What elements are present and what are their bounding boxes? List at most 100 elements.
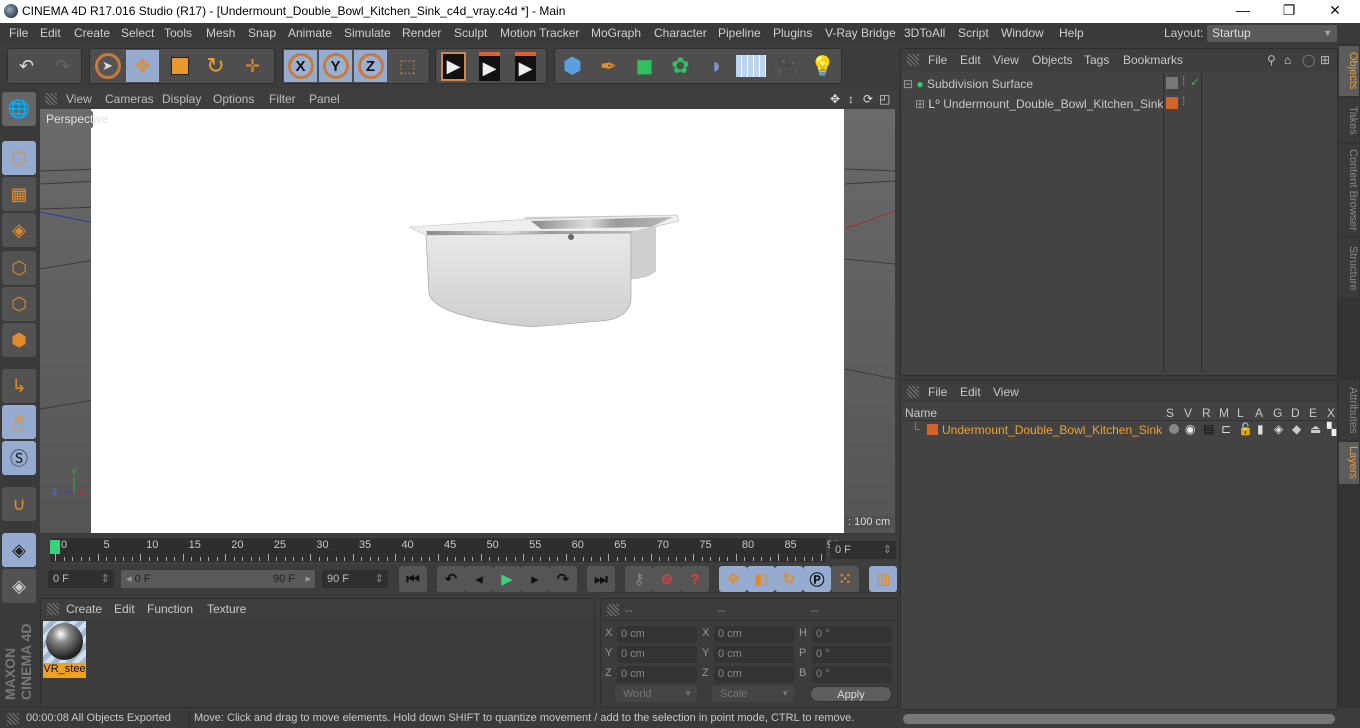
col-locked[interactable]: L: [1237, 406, 1244, 420]
minimize-button[interactable]: —: [1228, 2, 1258, 20]
objects-menu-view[interactable]: View: [993, 53, 1019, 67]
rotate-view-icon[interactable]: ⟳: [863, 92, 873, 106]
menu-window[interactable]: Window: [1001, 26, 1044, 40]
record-parameter-button[interactable]: Ⓟ: [803, 566, 831, 592]
end-frame-field[interactable]: 90 F ⇕: [322, 570, 388, 588]
start-frame-field[interactable]: 0 F ⇕: [48, 570, 114, 588]
viewport-menu-options[interactable]: Options: [213, 92, 254, 106]
z-axis-button[interactable]: Z: [354, 50, 387, 82]
workplane-mode-button[interactable]: ◈: [2, 213, 36, 247]
menu-mograph[interactable]: MoGraph: [591, 26, 641, 40]
eye-icon[interactable]: ◯: [1302, 53, 1315, 67]
enabled-check-icon[interactable]: ✓: [1190, 75, 1200, 89]
panel-grip[interactable]: [7, 713, 19, 725]
layout-dropdown[interactable]: Startup ▼: [1207, 25, 1337, 42]
maximize-view-icon[interactable]: ◰: [879, 92, 890, 106]
maximize-button[interactable]: ❐: [1274, 2, 1304, 20]
previous-key-button[interactable]: ↶: [437, 566, 465, 592]
model-mode-button[interactable]: ⬡: [2, 141, 36, 175]
menu-snap[interactable]: Snap: [248, 26, 276, 40]
polygons-mode-button[interactable]: ⬢: [2, 323, 36, 357]
col-generators[interactable]: G: [1273, 406, 1282, 420]
objects-menu-edit[interactable]: Edit: [960, 53, 981, 67]
menu-character[interactable]: Character: [654, 26, 707, 40]
timeline-window-button[interactable]: ▥: [869, 566, 897, 592]
col-render[interactable]: R: [1202, 406, 1211, 420]
panel-grip[interactable]: [47, 603, 59, 615]
col-xref[interactable]: X: [1327, 406, 1335, 420]
size-y-field[interactable]: 0 cm: [714, 646, 794, 663]
home-icon[interactable]: ⌂: [1284, 53, 1291, 67]
object-row-sink[interactable]: ⊞ L⁰ Undermount_Double_Bowl_Kitchen_Sink: [915, 94, 1177, 114]
layer-row[interactable]: └ Undermount_Double_Bowl_Kitchen_Sink ◉ …: [911, 422, 1336, 439]
playhead[interactable]: [50, 540, 60, 554]
solo-toggle[interactable]: [1169, 424, 1179, 434]
viewport-menu-cameras[interactable]: Cameras: [105, 92, 154, 106]
eye-icon[interactable]: ◉: [1185, 422, 1195, 436]
coordinate-mode-dropdown[interactable]: World ▼: [615, 686, 697, 702]
current-frame-field[interactable]: 0 F ⇕: [830, 541, 896, 559]
apply-button[interactable]: Apply: [810, 686, 892, 702]
menu-file[interactable]: File: [9, 26, 28, 40]
record-rotation-button[interactable]: ↻: [775, 566, 803, 592]
menu-animate[interactable]: Animate: [288, 26, 332, 40]
move-tool-button[interactable]: ✥: [126, 50, 159, 82]
spinner-icon[interactable]: ⇕: [101, 570, 110, 588]
record-scale-button[interactable]: ◧: [747, 566, 775, 592]
light-button[interactable]: 💡: [806, 50, 839, 82]
menu-select[interactable]: Select: [121, 26, 154, 40]
play-button[interactable]: ▶: [493, 566, 521, 592]
make-editable-button[interactable]: 🌐: [2, 92, 36, 126]
material-menu-create[interactable]: Create: [66, 602, 102, 616]
material-menu-function[interactable]: Function: [147, 602, 193, 616]
rot-p-field[interactable]: 0 °: [812, 646, 892, 663]
range-right-arrow-icon[interactable]: ▸: [305, 570, 311, 588]
keyframe-selection-button[interactable]: ?: [681, 566, 709, 592]
go-to-end-button[interactable]: ⏭: [587, 566, 615, 592]
layers-menu-edit[interactable]: Edit: [960, 385, 981, 399]
expand-icon[interactable]: ⊞: [915, 97, 925, 111]
rotate-tool-button[interactable]: ↻: [199, 50, 232, 82]
record-active-button[interactable]: ⚷: [625, 566, 653, 592]
floor-button[interactable]: [734, 50, 767, 82]
viewport-menu-view[interactable]: View: [66, 92, 92, 106]
deformer-icon[interactable]: ◆: [1292, 422, 1301, 436]
xref-icon[interactable]: ▚: [1327, 422, 1336, 436]
snap-button[interactable]: Ⓢ: [2, 441, 36, 475]
object-row-subdivision-surface[interactable]: ⊟ ● Subdivision Surface: [903, 74, 1165, 94]
panel-grip[interactable]: [45, 93, 57, 105]
zoom-view-icon[interactable]: ↕: [848, 92, 854, 106]
close-button[interactable]: ✕: [1320, 2, 1350, 20]
workplane-button[interactable]: ◈: [2, 569, 36, 603]
objects-menu-tags[interactable]: Tags: [1084, 53, 1109, 67]
tab-attributes[interactable]: Attributes: [1339, 380, 1359, 440]
col-solo[interactable]: S: [1166, 406, 1174, 420]
layers-menu-file[interactable]: File: [928, 385, 947, 399]
col-visible[interactable]: V: [1184, 406, 1192, 420]
frame-range-slider[interactable]: ◂ 0 F 90 F ▸: [121, 570, 315, 588]
viewport-menu-filter[interactable]: Filter: [269, 92, 296, 106]
render-view-button[interactable]: ▶: [437, 50, 470, 82]
record-position-button[interactable]: ✥: [719, 566, 747, 592]
layer-color-swatch[interactable]: [927, 424, 938, 435]
render-settings-button[interactable]: ▶: [509, 50, 542, 82]
menu-help[interactable]: Help: [1059, 26, 1084, 40]
camera-label[interactable]: Perspective: [43, 111, 109, 128]
col-animation[interactable]: A: [1255, 406, 1263, 420]
render-clapper-icon[interactable]: ▤: [1203, 422, 1214, 436]
go-to-start-button[interactable]: ⏮: [399, 566, 427, 592]
menu-simulate[interactable]: Simulate: [344, 26, 391, 40]
live-selection-button[interactable]: ✛: [236, 50, 269, 82]
subdivision-surface-button[interactable]: ◼: [628, 50, 661, 82]
cloner-button[interactable]: ✿: [664, 50, 697, 82]
rot-h-field[interactable]: 0 °: [812, 626, 892, 643]
y-axis-button[interactable]: Y: [319, 50, 352, 82]
layer-color-swatch[interactable]: [1166, 97, 1178, 109]
menu-mesh[interactable]: Mesh: [206, 26, 235, 40]
next-key-button[interactable]: ↷: [549, 566, 577, 592]
menu-plugins[interactable]: Plugins: [773, 26, 812, 40]
tab-takes[interactable]: Takes: [1339, 98, 1359, 142]
select-tool-button[interactable]: ➤: [91, 50, 124, 82]
panel-grip[interactable]: [907, 54, 919, 66]
visibility-toggle[interactable]: [1166, 77, 1178, 89]
